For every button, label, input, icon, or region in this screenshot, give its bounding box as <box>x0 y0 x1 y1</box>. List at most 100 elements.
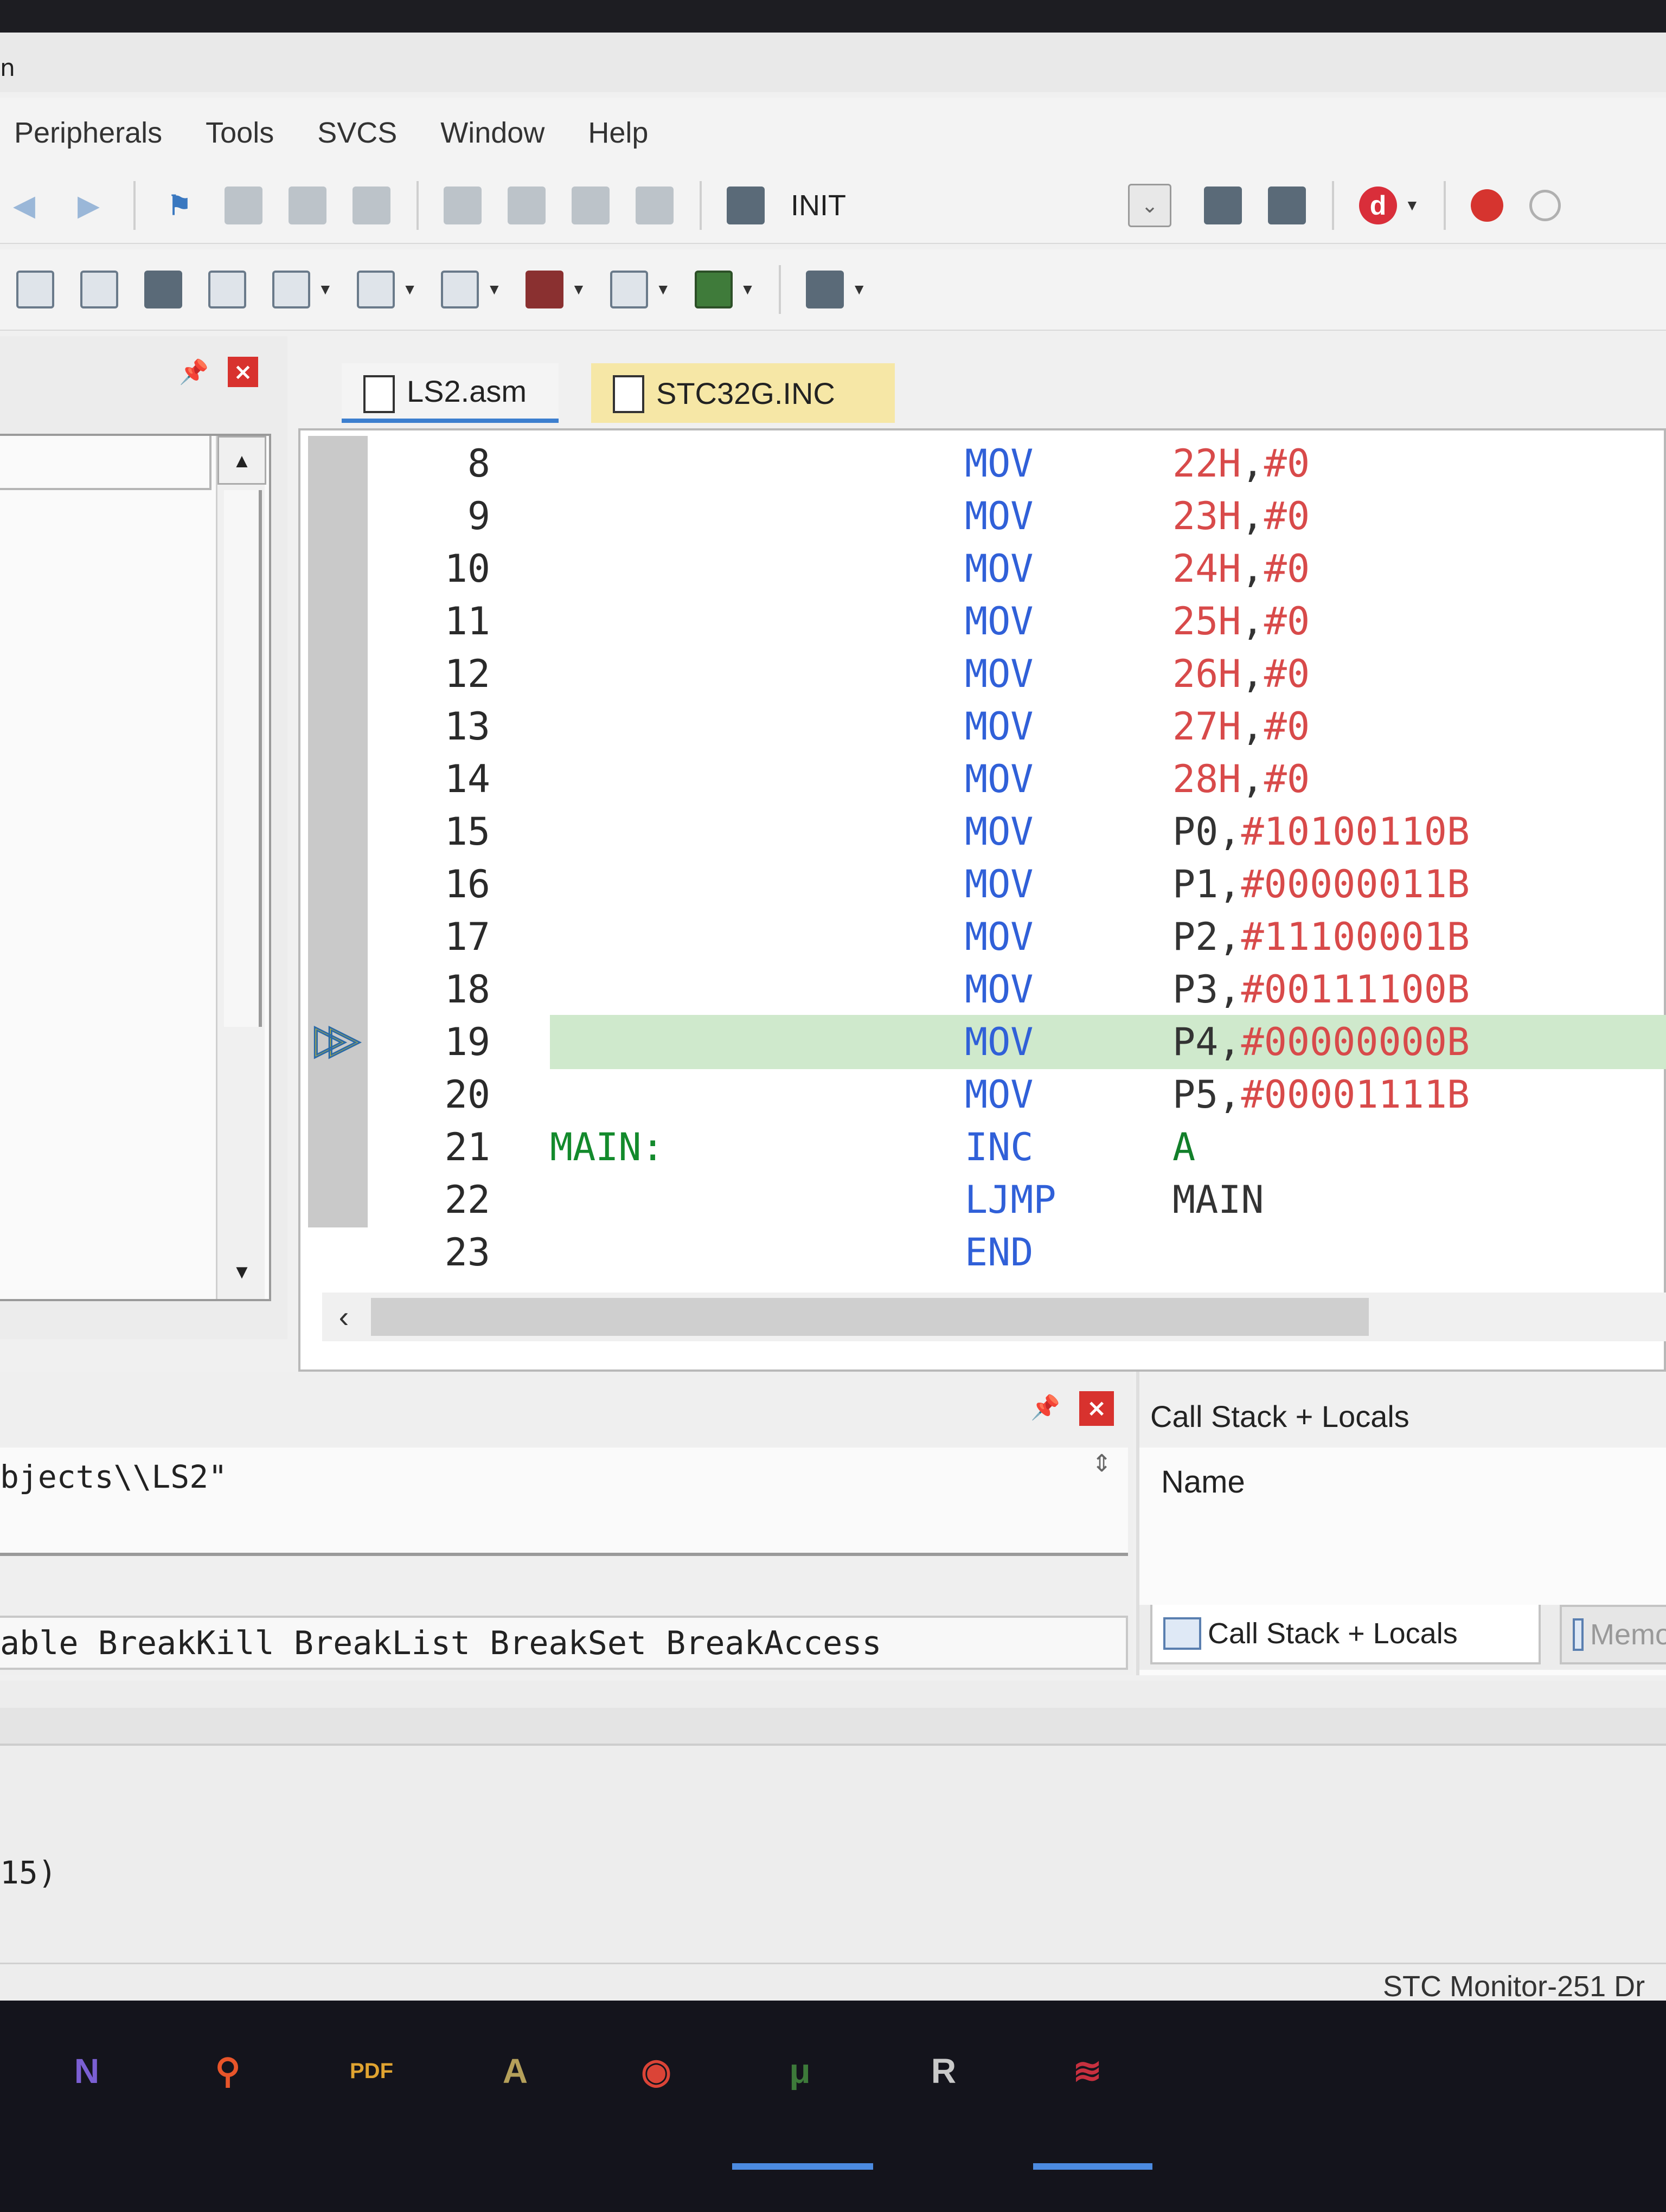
code-line[interactable]: 16 MOV P1, #00000011B <box>300 862 1666 915</box>
toolbar-separator <box>133 181 136 230</box>
system-viewer-icon[interactable] <box>694 271 733 308</box>
chevron-down-icon[interactable]: ▼ <box>656 281 671 298</box>
operand-2: #0 <box>1264 652 1310 696</box>
code-label: MAIN: <box>550 1125 664 1169</box>
command-input[interactable]: able BreakKill BreakList BreakSet BreakA… <box>0 1616 1128 1670</box>
arrow-right-icon[interactable]: ▶ <box>69 187 107 224</box>
uncomment-icon[interactable] <box>636 187 674 224</box>
tab-stc32g-inc[interactable]: STC32G.INC <box>591 363 895 423</box>
pdf-icon[interactable]: PDF <box>334 2033 409 2109</box>
registers-window-icon[interactable] <box>80 271 118 308</box>
indent-icon[interactable] <box>444 187 482 224</box>
scroll-arrows-icon[interactable]: ⇕ <box>1092 1452 1112 1476</box>
line-number: 22 <box>444 1178 490 1222</box>
code-line[interactable]: 22 LJMP MAIN <box>300 1178 1666 1230</box>
pin-icon[interactable]: 📌 <box>1030 1393 1060 1422</box>
menu-svcs[interactable]: SVCS <box>317 116 397 150</box>
operand-1: 24H <box>1172 546 1241 591</box>
font-app-icon[interactable]: A <box>477 2033 553 2109</box>
command-output: bjects\\LS2" ⇕ <box>0 1448 1128 1556</box>
code-line[interactable]: 12 MOV 26H, #0 <box>300 652 1666 704</box>
code-line[interactable]: 23 END <box>300 1230 1666 1283</box>
prev-bookmark-icon[interactable] <box>225 187 262 224</box>
code-line[interactable]: 15 MOV P0, #10100110B <box>300 809 1666 862</box>
clear-bookmarks-icon[interactable] <box>353 187 390 224</box>
opcode: INC <box>965 1125 1034 1169</box>
tab-call-stack-locals[interactable]: Call Stack + Locals <box>1150 1605 1541 1664</box>
code-line[interactable]: 14 MOV 28H, #0 <box>300 757 1666 809</box>
find-in-files-icon[interactable] <box>1204 187 1242 224</box>
memory-window-icon[interactable] <box>356 271 395 308</box>
tab-ls2-asm[interactable]: LS2.asm <box>342 363 559 423</box>
scroll-thumb[interactable] <box>371 1298 1369 1336</box>
code-editor[interactable]: ▷▷ 8 MOV 22H, #0 9 MOV 23H, #0 10 MOV 24H, #0 11 MOV 2… <box>298 428 1666 1372</box>
vertical-scrollbar[interactable]: ▲ ▼ <box>216 436 266 1299</box>
load-icon[interactable] <box>727 187 765 224</box>
pin-icon[interactable]: 📌 <box>179 358 209 386</box>
watch-window-icon[interactable] <box>272 271 310 308</box>
close-icon[interactable]: × <box>1079 1391 1114 1426</box>
chevron-down-icon[interactable]: ▼ <box>1405 197 1420 214</box>
chevron-down-icon[interactable]: ▼ <box>851 281 867 298</box>
code-line[interactable]: 20 MOV P5, #00001111B <box>300 1072 1666 1125</box>
operand-2: #0 <box>1264 757 1310 801</box>
menu-help[interactable]: Help <box>588 116 648 150</box>
tree-row[interactable] <box>0 436 212 490</box>
code-line[interactable]: 13 MOV 27H, #0 <box>300 704 1666 757</box>
code-line[interactable]: 11 MOV 25H, #0 <box>300 599 1666 652</box>
scroll-down-icon[interactable]: ▼ <box>217 1250 266 1294</box>
column-header-name[interactable]: Name <box>1161 1464 1245 1500</box>
next-bookmark-icon[interactable] <box>289 187 326 224</box>
menu-peripherals[interactable]: Peripherals <box>14 116 162 150</box>
chevron-down-icon[interactable]: ⌄ <box>1128 184 1171 227</box>
code-line[interactable]: 9 MOV 23H, #0 <box>300 494 1666 546</box>
operand-separator: , <box>1218 1072 1241 1117</box>
chevron-down-icon[interactable]: ▼ <box>318 281 333 298</box>
flag-icon[interactable]: ⚑ <box>161 187 198 224</box>
disable-breakpoint-icon[interactable] <box>1529 190 1561 221</box>
code-line[interactable]: 21 MAIN: INC A <box>300 1125 1666 1178</box>
operand-2: #11100001B <box>1241 915 1470 959</box>
keil-uvision-icon[interactable]: μ <box>762 2033 838 2109</box>
debug-driver-label: STC Monitor-251 Dr <box>1383 1970 1645 2001</box>
chrome-icon[interactable]: ◉ <box>618 2033 694 2109</box>
chevron-down-icon[interactable]: ▼ <box>486 281 502 298</box>
stc-isp-icon[interactable]: ≋ <box>1049 2033 1125 2109</box>
list-window-icon[interactable] <box>144 271 182 308</box>
magnifier-icon[interactable] <box>16 271 54 308</box>
call-stack-window-icon[interactable] <box>208 271 246 308</box>
menu-tools[interactable]: Tools <box>206 116 274 150</box>
horizontal-scrollbar[interactable]: ‹ <box>322 1293 1666 1341</box>
code-line[interactable]: 17 MOV P2, #11100001B <box>300 915 1666 967</box>
comment-icon[interactable] <box>572 187 610 224</box>
arrow-left-icon[interactable]: ◀ <box>5 187 43 224</box>
configure-icon[interactable] <box>1268 187 1306 224</box>
code-line[interactable]: 10 MOV 24H, #0 <box>300 546 1666 599</box>
opcode: MOV <box>965 599 1034 644</box>
breakpoint-icon[interactable] <box>1470 189 1503 222</box>
chevron-down-icon[interactable]: ▼ <box>402 281 418 298</box>
menu-window[interactable]: Window <box>440 116 544 150</box>
scroll-thumb[interactable] <box>224 490 262 1027</box>
analysis-window-icon[interactable] <box>526 271 564 308</box>
chevron-down-icon[interactable]: ▼ <box>740 281 755 298</box>
toolbox-icon[interactable] <box>806 271 844 308</box>
can-app-icon[interactable]: R <box>906 2033 982 2109</box>
code-line[interactable]: 18 MOV P3, #00111100B <box>300 967 1666 1020</box>
unindent-icon[interactable] <box>508 187 546 224</box>
scroll-up-icon[interactable]: ▲ <box>217 436 266 485</box>
tab-memory[interactable]: Memo <box>1560 1605 1666 1664</box>
trace-window-icon[interactable] <box>610 271 648 308</box>
visual-studio-icon[interactable]: N <box>49 2033 125 2109</box>
project-tree[interactable]: ▲ ▼ <box>0 434 271 1301</box>
chevron-down-icon[interactable]: ▼ <box>571 281 586 298</box>
serial-window-icon[interactable] <box>441 271 479 308</box>
debug-icon[interactable]: d <box>1359 187 1397 224</box>
scroll-left-icon[interactable]: ‹ <box>322 1293 366 1341</box>
code-line[interactable]: 8 MOV 22H, #0 <box>300 441 1666 494</box>
opcode: MOV <box>965 967 1034 1012</box>
code-line[interactable]: 19 MOV P4, #00000000B <box>300 1020 1666 1072</box>
close-icon[interactable]: × <box>228 357 258 387</box>
search-app-icon[interactable]: ⚲ <box>190 2033 266 2109</box>
memory-icon <box>1573 1618 1584 1651</box>
